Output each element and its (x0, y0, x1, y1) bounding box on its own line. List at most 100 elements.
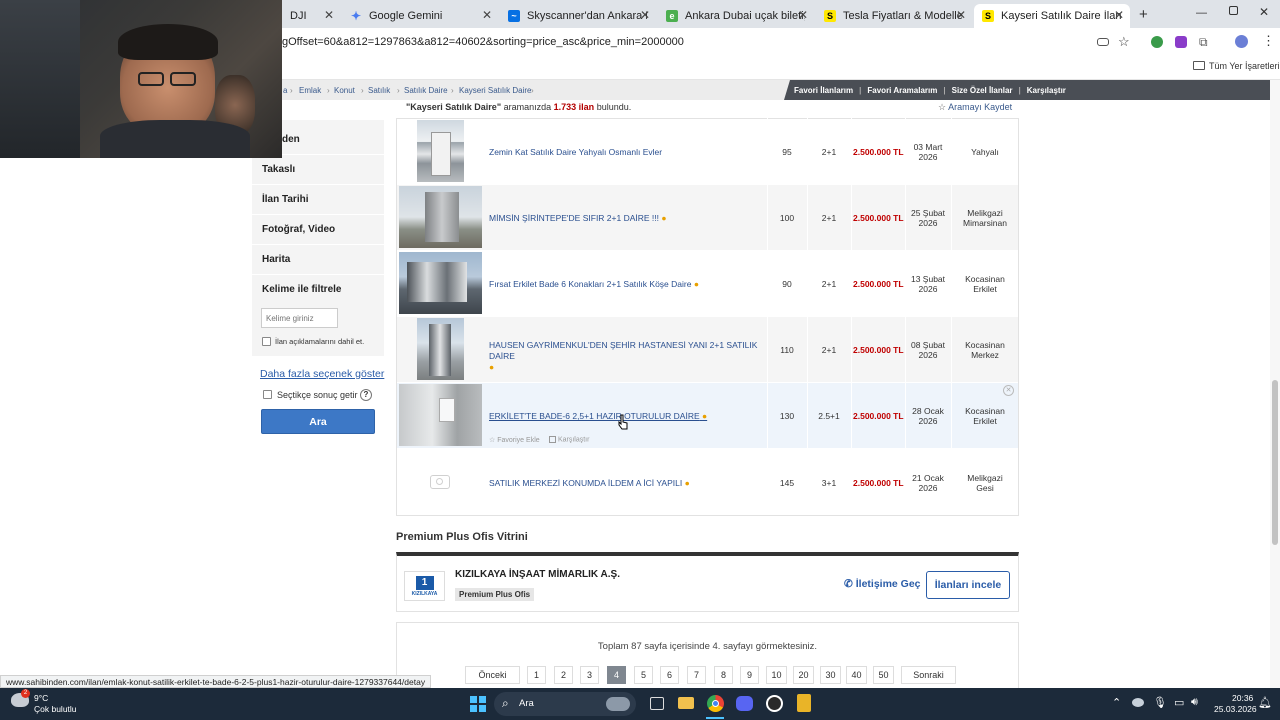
clock-time[interactable]: 20:36 (1232, 693, 1253, 703)
breadcrumb-item[interactable]: Kayseri Satılık Daire (459, 86, 531, 95)
page-button[interactable]: 50 (873, 666, 894, 684)
page-button[interactable]: 8 (714, 666, 733, 684)
weather-desc[interactable]: Çok bulutlu (34, 704, 77, 714)
filter-listing-date[interactable]: İlan Tarihi (262, 194, 309, 205)
listing-thumbnail[interactable] (399, 186, 482, 248)
listing-title-link[interactable]: MİMSİN ŞİRİNTEPE'DE SIFIR 2+1 DAİRE !!! … (489, 213, 667, 224)
page-button[interactable]: 10 (766, 666, 787, 684)
breadcrumb-item[interactable]: Satılık (368, 86, 390, 95)
tab-tesla[interactable]: S Tesla Fiyatları & Modelleri sahi ✕ (816, 4, 972, 28)
contact-button[interactable]: ✆ İletişime Geç (844, 578, 921, 590)
compare-link[interactable]: Karşılaştır (1027, 86, 1066, 95)
windows-start-icon[interactable] (470, 696, 486, 712)
listing-title-link[interactable]: HAUSEN GAYRİMENKUL'DEN ŞEHİR HASTANESİ Y… (489, 340, 761, 373)
page-button[interactable]: 7 (687, 666, 706, 684)
page-button[interactable]: 30 (820, 666, 841, 684)
save-search-link[interactable]: ☆ Aramayı Kaydet (938, 102, 1012, 113)
listing-title-link[interactable]: Zemin Kat Satılık Daire Yahyalı Osmanlı … (489, 147, 662, 158)
keyword-input[interactable] (261, 308, 338, 328)
task-view-icon[interactable] (650, 697, 664, 710)
page-button[interactable]: 6 (660, 666, 679, 684)
extension-purple-icon[interactable] (1175, 36, 1187, 48)
close-icon[interactable]: ✕ (1114, 8, 1124, 22)
clock-date[interactable]: 25.03.2026 (1214, 704, 1257, 714)
tab-enuygun[interactable]: e Ankara Dubai uçak bileti, Ucuz ✕ (658, 4, 814, 28)
breadcrumb-item[interactable]: Emlak (299, 86, 321, 95)
password-key-icon[interactable] (1097, 38, 1109, 46)
listing-thumbnail[interactable] (417, 120, 464, 182)
close-icon[interactable]: ✕ (798, 8, 808, 22)
tab-dji[interactable]: DJI ✕ (282, 4, 340, 28)
prev-page-button[interactable]: Önceki (465, 666, 520, 684)
office-name[interactable]: KIZILKAYA İNŞAAT MİMARLIK A.Ş. (455, 569, 620, 580)
page-button-current[interactable]: 4 (607, 666, 626, 684)
listing-thumbnail[interactable] (399, 384, 482, 446)
include-desc-checkbox[interactable] (262, 337, 271, 346)
maximize-icon[interactable] (1229, 6, 1238, 15)
profile-avatar[interactable] (1235, 35, 1248, 48)
breadcrumb-item[interactable]: a (283, 86, 287, 95)
page-button[interactable]: 1 (527, 666, 546, 684)
office-logo[interactable]: 1 KIZILKAYA (404, 571, 445, 601)
listing-thumbnail[interactable] (417, 318, 464, 380)
close-icon[interactable]: ✕ (482, 8, 492, 22)
file-explorer-icon[interactable] (678, 697, 694, 709)
url-field[interactable]: gOffset=60&a812=1297863&a812=40602&sorti… (282, 36, 684, 48)
tab-skyscanner[interactable]: ~ Skyscanner'dan Ankara Esenbo ✕ (500, 4, 656, 28)
listing-title-link[interactable]: ERKİLET'TE BADE-6 2,5+1 HAZIR OTURULUR D… (489, 411, 707, 422)
page-button[interactable]: 40 (846, 666, 867, 684)
tray-chevron-icon[interactable]: ⌃ (1112, 696, 1121, 709)
onedrive-icon[interactable] (1132, 698, 1144, 707)
page-button[interactable]: 5 (634, 666, 653, 684)
filter-photo-video[interactable]: Fotoğraf, Video (262, 224, 335, 235)
search-button[interactable]: Ara (261, 409, 375, 434)
app-circle-icon[interactable] (766, 695, 783, 712)
close-icon[interactable]: ✕ (956, 8, 966, 22)
listing-title-link[interactable]: Fırsat Erkilet Bade 6 Konakları 2+1 Satı… (489, 279, 699, 290)
network-icon[interactable]: ▭ (1174, 696, 1184, 709)
listing-title-link[interactable]: SATILIK MERKEZİ KONUMDA İLDEM A İCİ YAPI… (489, 478, 690, 489)
page-button[interactable]: 2 (554, 666, 573, 684)
breadcrumb-item[interactable]: Konut (334, 86, 355, 95)
listing-thumbnail[interactable] (399, 252, 482, 314)
view-listings-button[interactable]: İlanları incele (926, 571, 1010, 599)
help-icon[interactable]: ? (360, 389, 372, 401)
tab-kayseri-active[interactable]: S Kayseri Satılık Daire İlanları ve ✕ (974, 4, 1130, 28)
notifications-icon[interactable]: 🔔︎ (1258, 696, 1272, 709)
chrome-icon[interactable] (707, 695, 724, 712)
page-button[interactable]: 20 (793, 666, 814, 684)
favorite-listings-link[interactable]: Favori İlanlarım (794, 86, 853, 95)
weather-temp[interactable]: 9°C (34, 693, 48, 703)
add-favorite-button[interactable]: ☆ Favoriye Ekle (489, 436, 540, 444)
hide-listing-icon[interactable]: ✕ (1003, 385, 1014, 396)
auto-results-checkbox[interactable] (263, 390, 272, 399)
more-options-link[interactable]: Daha fazla seçenek göster (260, 368, 384, 380)
app-yellow-icon[interactable] (797, 694, 811, 712)
filter-trade[interactable]: Takaslı (262, 164, 295, 175)
all-bookmarks-link[interactable]: Tüm Yer İşaretleri (1209, 61, 1280, 71)
page-button[interactable]: 3 (580, 666, 599, 684)
new-tab-icon[interactable]: + (1139, 6, 1148, 23)
star-bookmark-icon[interactable]: ☆ (1118, 34, 1130, 50)
filter-item[interactable]: den (282, 134, 300, 145)
next-page-button[interactable]: Sonraki (901, 666, 956, 684)
volume-icon[interactable]: 🔊︎ (1191, 696, 1198, 709)
close-icon[interactable]: ✕ (324, 8, 334, 22)
filter-map[interactable]: Harita (262, 254, 290, 265)
minimize-icon[interactable]: — (1196, 7, 1207, 19)
taskbar-search-box[interactable]: ⌕ Ara (494, 692, 636, 716)
discord-icon[interactable] (736, 696, 753, 711)
favorite-searches-link[interactable]: Favori Aramalarım (867, 86, 937, 95)
breadcrumb-item[interactable]: Satılık Daire (404, 86, 448, 95)
close-window-icon[interactable]: ✕ (1259, 5, 1269, 19)
microphone-icon[interactable]: 🎙︎ (1153, 696, 1167, 709)
menu-kebab-icon[interactable]: ⋮ (1262, 33, 1275, 49)
tab-gemini[interactable]: ✦ Google Gemini ✕ (342, 4, 498, 28)
personal-listings-link[interactable]: Size Özel İlanlar (952, 86, 1013, 95)
scrollbar-thumb[interactable] (1272, 380, 1278, 545)
extension-shield-icon[interactable] (1151, 36, 1163, 48)
close-icon[interactable]: ✕ (640, 8, 650, 22)
compare-checkbox[interactable]: Karşılaştır (549, 436, 589, 443)
page-button[interactable]: 9 (740, 666, 759, 684)
extensions-puzzle-icon[interactable]: ⧉ (1199, 35, 1208, 50)
